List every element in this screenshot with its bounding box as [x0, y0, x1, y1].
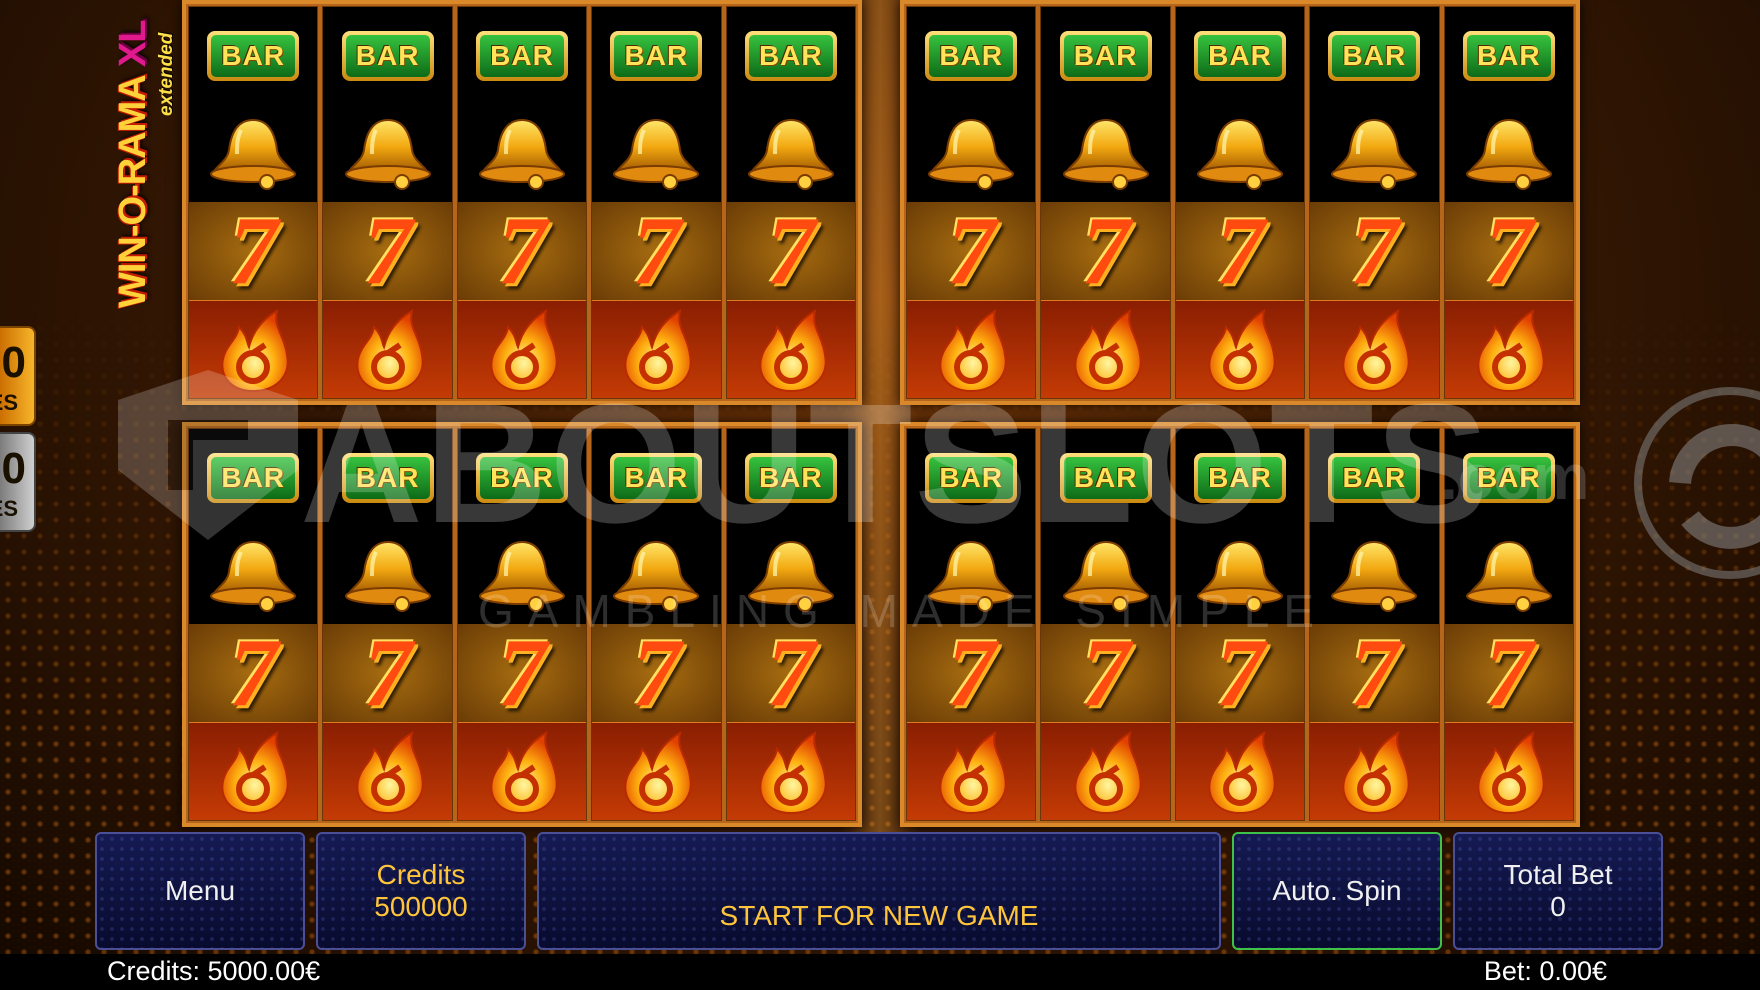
bell-icon — [726, 104, 855, 203]
bar-symbol: BAR — [592, 7, 721, 105]
fire-icon — [1310, 722, 1439, 820]
watermark-logo-icon — [118, 370, 298, 540]
side-tab-grey[interactable]: 0 ES — [0, 432, 36, 532]
fire-icon — [1041, 722, 1170, 820]
total-bet-display[interactable]: Total Bet 0 — [1453, 832, 1663, 950]
reelset-top-left: BAR 7 BAR 7 BAR 7 BAR 7 BAR 7 — [182, 0, 862, 405]
auto-spin-label: Auto. Spin — [1272, 875, 1402, 906]
total-bet-value: 0 — [1550, 891, 1566, 922]
credits-label: Credits — [376, 859, 466, 890]
message-area[interactable]: START FOR NEW GAME — [537, 832, 1221, 950]
seven-symbol: 7 — [726, 202, 855, 301]
bar-symbol: BAR — [457, 7, 587, 105]
credits-display: Credits 500000 — [316, 832, 526, 950]
reel-column: BAR 7 — [456, 6, 588, 399]
status-credits: Credits: 5000.00€ — [107, 956, 321, 986]
bar-symbol: BAR — [1310, 7, 1439, 105]
seven-symbol: 7 — [1041, 202, 1170, 301]
seven-symbol: 7 — [457, 624, 587, 723]
side-tab-label: ES — [0, 390, 18, 415]
menu-label: Menu — [164, 875, 236, 906]
seven-symbol: 7 — [592, 624, 721, 723]
bell-icon — [907, 104, 1036, 203]
reel-column: BAR 7 — [906, 6, 1037, 399]
watermark-title: ABOUTSLOTS — [300, 369, 1492, 559]
seven-symbol: 7 — [323, 202, 452, 301]
bar-symbol: BAR — [907, 7, 1036, 105]
refresh-icon[interactable] — [1620, 378, 1760, 588]
auto-spin-button[interactable]: Auto. Spin — [1232, 832, 1442, 950]
reel-column: BAR 7 — [725, 6, 856, 399]
seven-symbol: 7 — [1310, 624, 1439, 723]
seven-symbol: 7 — [189, 202, 318, 301]
logo-title: WIN-O-RAMA XL — [112, 20, 154, 308]
fire-icon — [323, 722, 452, 820]
seven-symbol: 7 — [1310, 202, 1439, 301]
fire-icon — [592, 722, 721, 820]
bell-icon — [189, 104, 318, 203]
reel-column: BAR 7 — [188, 6, 319, 399]
seven-symbol: 7 — [726, 624, 855, 723]
game-logo: WIN-O-RAMA XL extended — [112, 8, 182, 308]
side-tab-value: 0 — [1, 338, 26, 387]
fire-icon — [189, 722, 318, 820]
bar-symbol: BAR — [726, 7, 855, 105]
bell-icon — [323, 104, 452, 203]
fire-icon — [726, 722, 855, 820]
bell-icon — [1310, 104, 1439, 203]
side-tab-value: 0 — [1, 444, 26, 493]
reel-column: BAR 7 — [322, 6, 453, 399]
side-tab-gold[interactable]: 0 ES — [0, 326, 36, 426]
credits-value: 500000 — [374, 891, 468, 922]
side-tab-label: ES — [0, 496, 18, 521]
seven-symbol: 7 — [907, 624, 1036, 723]
bell-icon — [457, 104, 587, 203]
status-bet: Bet: 0.00€ — [1483, 956, 1607, 986]
seven-symbol: 7 — [189, 624, 318, 723]
status-bar: Credits: 5000.00€ Bet: 0.00€ — [0, 954, 1760, 990]
seven-symbol: 7 — [1175, 202, 1305, 301]
bell-icon — [1444, 104, 1573, 203]
reelset-top-right: BAR 7 BAR 7 BAR 7 BAR 7 BAR 7 — [900, 0, 1580, 405]
fire-icon — [457, 722, 587, 820]
fire-icon — [1444, 722, 1573, 820]
logo-subtitle: extended — [156, 32, 177, 116]
seven-symbol: 7 — [1444, 202, 1573, 301]
seven-symbol: 7 — [323, 624, 452, 723]
start-message: START FOR NEW GAME — [719, 900, 1039, 931]
fire-icon — [1175, 722, 1305, 820]
bar-symbol: BAR — [323, 7, 452, 105]
reel-column: BAR 7 — [1040, 6, 1171, 399]
bar-symbol: BAR — [189, 7, 318, 105]
bell-icon — [592, 104, 721, 203]
seven-symbol: 7 — [592, 202, 721, 301]
total-bet-label: Total Bet — [1503, 859, 1613, 890]
watermark-tagline: GAMBLING MADE SIMPLE — [478, 585, 1329, 637]
seven-symbol: 7 — [1041, 624, 1170, 723]
watermark-suffix: .com — [1440, 441, 1590, 513]
reel-column: BAR 7 — [1443, 6, 1574, 399]
reel-column: BAR 7 — [1174, 6, 1306, 399]
seven-symbol: 7 — [1444, 624, 1573, 723]
bell-icon — [1175, 104, 1305, 203]
seven-symbol: 7 — [457, 202, 587, 301]
reel-column: BAR 7 — [591, 6, 722, 399]
seven-symbol: 7 — [907, 202, 1036, 301]
seven-symbol: 7 — [1175, 624, 1305, 723]
reel-column: BAR 7 — [1309, 6, 1440, 399]
fire-icon — [907, 722, 1036, 820]
bar-symbol: BAR — [1444, 7, 1573, 105]
bar-symbol: BAR — [1175, 7, 1305, 105]
bell-icon — [1041, 104, 1170, 203]
bar-symbol: BAR — [1041, 7, 1170, 105]
menu-button[interactable]: Menu — [95, 832, 305, 950]
